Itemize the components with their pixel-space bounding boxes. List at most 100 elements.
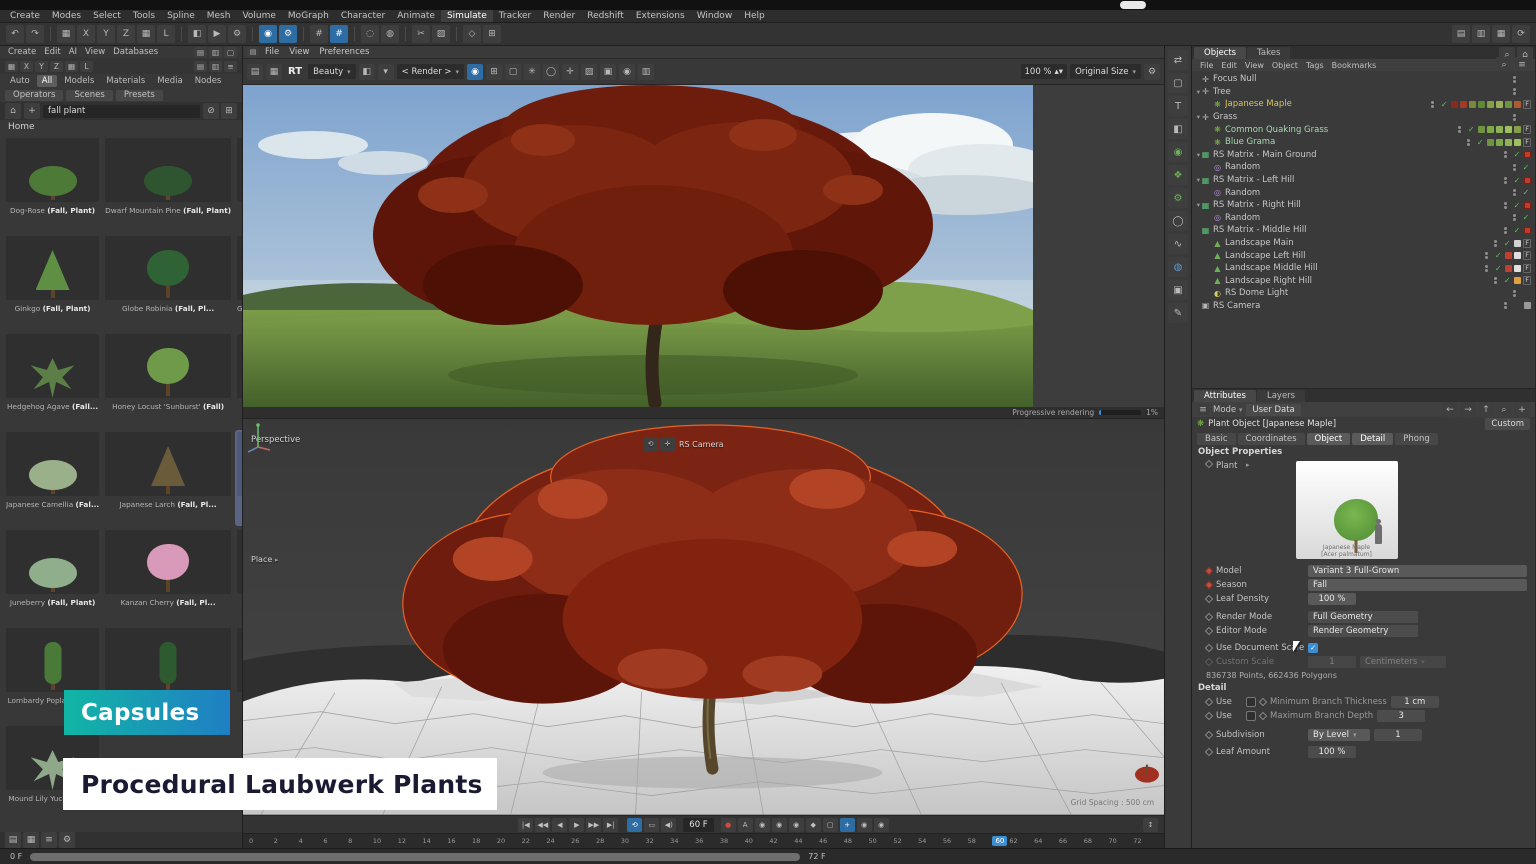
- enabled-check[interactable]: ✓: [1512, 201, 1522, 210]
- field-tag-badge[interactable]: F: [1523, 264, 1531, 273]
- mode-dropdown[interactable]: Mode ▾: [1213, 405, 1242, 415]
- object-row-rs-dome-light[interactable]: ◐RS Dome Light: [1192, 287, 1535, 300]
- undo-icon[interactable]: ↶: [6, 25, 24, 43]
- object-row-blue-grama[interactable]: ❋Blue Grama✓F: [1192, 136, 1535, 149]
- cut-icon[interactable]: ✂: [412, 25, 430, 43]
- tab-object[interactable]: Object: [1307, 433, 1351, 445]
- asset-tile-japanese-camellia[interactable]: Japanese Camellia (Fal...: [4, 430, 101, 526]
- tab-operators[interactable]: Operators: [5, 90, 63, 101]
- record-button[interactable]: ●: [721, 818, 736, 832]
- filter-icon[interactable]: ⊞: [221, 103, 237, 119]
- object-row-rs-matrix-left-hill[interactable]: ▾▦RS Matrix - Left Hill✓: [1192, 174, 1535, 187]
- frame-tick[interactable]: 36: [695, 837, 720, 845]
- titlebar-widget[interactable]: [1120, 1, 1146, 9]
- asset-tile-mediterranean-dwarf[interactable]: Mediterranean Dwarf (Fall): [235, 626, 242, 722]
- sound-button[interactable]: ◀): [661, 818, 676, 832]
- autokey-button[interactable]: A: [738, 818, 753, 832]
- volume-tool-icon[interactable]: ◍: [1168, 257, 1188, 277]
- material-chip[interactable]: [1505, 252, 1512, 259]
- expand-arrow-icon[interactable]: ▾: [1192, 151, 1200, 159]
- object-row-rs-matrix-middle-hill[interactable]: ▦RS Matrix - Middle Hill✓: [1192, 224, 1535, 237]
- material-chip[interactable]: [1514, 126, 1521, 133]
- tab-detail[interactable]: Detail: [1352, 433, 1393, 445]
- frame-tick[interactable]: 44: [794, 837, 819, 845]
- leaf-density-field[interactable]: 100 %: [1308, 593, 1356, 605]
- ab-compare-icon[interactable]: ▣: [600, 64, 616, 80]
- user-data-button[interactable]: User Data: [1246, 404, 1300, 416]
- visibility-dots[interactable]: [1500, 177, 1510, 184]
- frame-tick[interactable]: 50: [869, 837, 894, 845]
- leaf-amount-field[interactable]: 100 %: [1308, 746, 1356, 758]
- camera-reset-icon[interactable]: ⟲: [643, 437, 658, 451]
- visibility-dots[interactable]: [1427, 101, 1437, 108]
- deformer-icon[interactable]: ▨: [432, 25, 450, 43]
- denoise-icon[interactable]: ✳: [524, 64, 540, 80]
- tab-objects[interactable]: Objects: [1194, 47, 1246, 59]
- tab-takes[interactable]: Takes: [1247, 47, 1290, 59]
- play-button[interactable]: ▶: [569, 818, 584, 832]
- frame-tick[interactable]: 16: [447, 837, 472, 845]
- subdivision-field[interactable]: 1: [1374, 729, 1422, 741]
- menu-extensions[interactable]: Extensions: [630, 10, 691, 22]
- prev-key-button[interactable]: ◀◀: [535, 818, 550, 832]
- frame-tick[interactable]: 38: [720, 837, 745, 845]
- simulation-settings-icon[interactable]: ⚙: [279, 25, 297, 43]
- layout-grid-icon[interactable]: ▦: [1492, 25, 1510, 43]
- next-frame-button[interactable]: ▶▶: [586, 818, 601, 832]
- visibility-dots[interactable]: [1500, 202, 1510, 209]
- lock-x-button[interactable]: X: [77, 25, 95, 43]
- goto-end-button[interactable]: ▶|: [603, 818, 618, 832]
- enabled-check[interactable]: ✓: [1512, 150, 1522, 159]
- add-path-icon[interactable]: +: [24, 103, 40, 119]
- render-view-icon[interactable]: ◧: [188, 25, 206, 43]
- filter-models[interactable]: Models: [59, 75, 99, 87]
- perspective-viewport[interactable]: Perspective ⟲✛ RS Camera Place ▸ Grid Sp…: [243, 419, 1164, 815]
- filter-media[interactable]: Media: [152, 75, 188, 87]
- material-chip[interactable]: [1478, 126, 1485, 133]
- redo-icon[interactable]: ↷: [26, 25, 44, 43]
- pen-tool-icon[interactable]: ✎: [1168, 303, 1188, 323]
- panel-icon[interactable]: ▤: [194, 47, 207, 58]
- menu-render[interactable]: Render: [537, 10, 581, 22]
- asset-tile-dog-rose[interactable]: Dog-Rose (Fall, Plant): [4, 136, 101, 232]
- field-tag-badge[interactable]: F: [1523, 100, 1531, 109]
- axis-lock-icon[interactable]: L: [157, 25, 175, 43]
- snapshot-dot-icon[interactable]: ◉: [619, 64, 635, 80]
- timeline-expand-icon[interactable]: ↕: [1143, 818, 1158, 832]
- key-position-button[interactable]: ◉: [755, 818, 770, 832]
- frame-tick[interactable]: 66: [1059, 837, 1084, 845]
- custom-button[interactable]: Custom: [1485, 418, 1530, 430]
- up-icon[interactable]: ↑: [1478, 402, 1494, 418]
- object-row-tree[interactable]: ▾✛Tree: [1192, 86, 1535, 99]
- frame-tick[interactable]: 22: [522, 837, 547, 845]
- range-end-label[interactable]: 72 F: [808, 852, 825, 861]
- menu-object[interactable]: Object: [1269, 61, 1301, 70]
- keyframe-selection-button[interactable]: ▢: [823, 818, 838, 832]
- material-chip[interactable]: [1487, 126, 1494, 133]
- asset-tile-honey-locust-sunburst[interactable]: Honey Locust 'Sunburst' (Fall): [103, 332, 233, 428]
- filter-all[interactable]: All: [37, 75, 58, 87]
- tab-scenes[interactable]: Scenes: [66, 90, 112, 101]
- zoom-field[interactable]: 100 %▴▾: [1021, 64, 1068, 79]
- frame-tick[interactable]: 56: [943, 837, 968, 845]
- min-branch-field[interactable]: 1 cm: [1391, 696, 1439, 708]
- frame-tick[interactable]: 54: [918, 837, 943, 845]
- filter-nodes[interactable]: Nodes: [190, 75, 227, 87]
- tab-coordinates[interactable]: Coordinates: [1238, 433, 1305, 445]
- enabled-check[interactable]: ✓: [1521, 163, 1531, 172]
- frame-tick[interactable]: 4: [299, 837, 324, 845]
- grid-view-icon[interactable]: ▦: [23, 832, 39, 848]
- key-rotation-button[interactable]: ◉: [789, 818, 804, 832]
- asset-tile-jacaranda[interactable]: Jacaranda (Fall, Plant): [235, 332, 242, 428]
- visibility-dots[interactable]: [1481, 265, 1491, 272]
- spline-tool-icon[interactable]: ◯: [1168, 211, 1188, 231]
- use-max-branch-checkbox[interactable]: ✓: [1246, 711, 1256, 721]
- menu-create[interactable]: Create: [4, 10, 46, 22]
- search-icon[interactable]: ⌕: [1496, 402, 1512, 418]
- clear-search-icon[interactable]: ⊘: [203, 103, 219, 119]
- menu-tools[interactable]: Tools: [127, 10, 161, 22]
- object-row-grass[interactable]: ▾✛Grass: [1192, 111, 1535, 124]
- material-chip[interactable]: [1487, 139, 1494, 146]
- param-bullet[interactable]: [1205, 626, 1213, 634]
- material-chip[interactable]: [1514, 240, 1521, 247]
